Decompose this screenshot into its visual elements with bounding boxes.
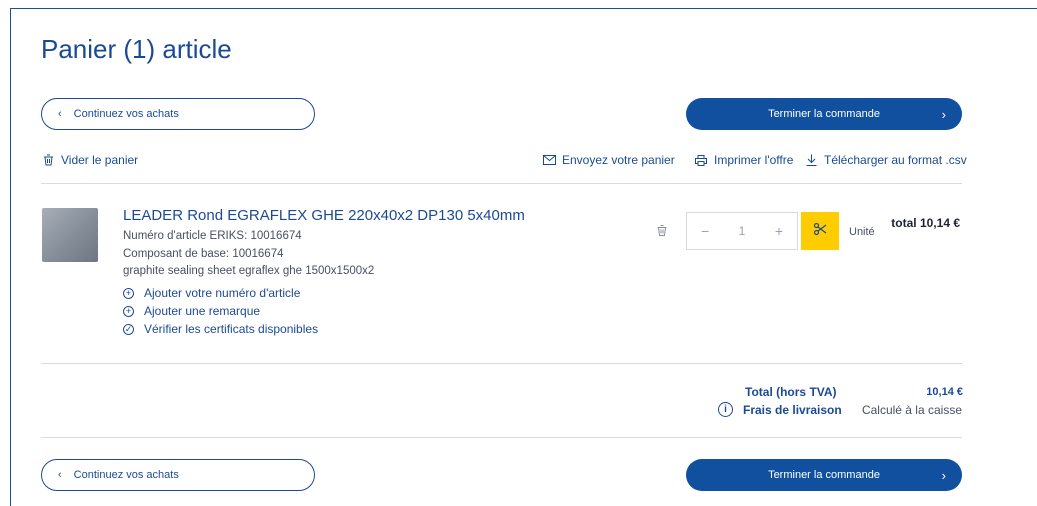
product-name-link[interactable]: LEADER Rond EGRAFLEX GHE 220x40x2 DP130 … [123, 207, 525, 224]
check-circle-icon: ✓ [123, 323, 134, 335]
info-icon: i [718, 402, 733, 417]
product-description: graphite sealing sheet egraflex ghe 1500… [123, 265, 375, 277]
finish-order-button[interactable]: Terminer la commande › [686, 98, 962, 130]
base-component: Composant de base: 10016674 [123, 248, 284, 260]
add-remark-link[interactable]: + Ajouter une remarque [123, 304, 260, 318]
plus-circle-icon: + [123, 305, 134, 317]
scissors-icon [813, 222, 827, 241]
empty-cart-link[interactable]: Vider le panier [41, 153, 138, 167]
page-title: Panier (1) article [41, 34, 232, 64]
scissors-button[interactable] [801, 212, 839, 250]
send-cart-link[interactable]: Envoyez votre panier [542, 153, 675, 167]
download-csv-label: Télécharger au format .csv [824, 153, 967, 167]
total-excl-vat-label: Total (hors TVA) [745, 385, 837, 399]
add-article-number-link[interactable]: + Ajouter votre numéro d'article [123, 286, 300, 300]
continue-shopping-button-bottom[interactable]: ‹ Continuez vos achats [41, 459, 315, 491]
empty-cart-label: Vider le panier [61, 153, 139, 167]
envelope-icon [542, 153, 556, 167]
print-offer-link[interactable]: Imprimer l'offre [694, 153, 793, 167]
shipping-value: Calculé à la caisse [861, 403, 962, 417]
check-certificates-label: Vérifier les certificats disponibles [144, 322, 319, 336]
print-offer-label: Imprimer l'offre [714, 153, 794, 167]
download-icon [804, 153, 818, 167]
decrease-quantity-button[interactable]: − [701, 223, 709, 239]
finish-order-button-bottom[interactable]: Terminer la commande › [686, 459, 962, 491]
product-thumbnail[interactable] [42, 208, 98, 262]
continue-shopping-button[interactable]: ‹ Continuez vos achats [41, 98, 315, 130]
total-excl-vat-value: 10,14 € [926, 386, 963, 398]
unit-label: Unité [849, 226, 875, 238]
printer-icon [694, 153, 708, 167]
shipping-label: Frais de livraison [743, 402, 842, 417]
quantity-input[interactable]: 1 [739, 224, 746, 238]
continue-shopping-label: Continuez vos achats [73, 108, 179, 120]
divider [41, 363, 962, 364]
divider [41, 183, 962, 184]
continue-shopping-label: Continuez vos achats [73, 469, 179, 481]
finish-order-label: Terminer la commande [768, 469, 880, 481]
divider [41, 437, 962, 438]
download-csv-link[interactable]: Télécharger au format .csv [804, 153, 967, 167]
increase-quantity-button[interactable]: + [775, 223, 783, 239]
add-remark-label: Ajouter une remarque [144, 304, 261, 318]
plus-circle-icon: + [123, 287, 134, 299]
chevron-right-icon: › [941, 106, 946, 122]
quantity-stepper: − 1 + [686, 212, 798, 250]
chevron-left-icon: ‹ [58, 469, 62, 481]
send-cart-label: Envoyez votre panier [562, 153, 675, 167]
article-number: Numéro d'article ERIKS: 10016674 [123, 230, 302, 242]
trash-icon [41, 153, 55, 167]
chevron-left-icon: ‹ [58, 108, 62, 120]
chevron-right-icon: › [941, 467, 946, 483]
finish-order-label: Terminer la commande [768, 108, 880, 120]
remove-item-trash-icon[interactable] [657, 225, 667, 239]
check-certificates-link[interactable]: ✓ Vérifier les certificats disponibles [123, 322, 318, 336]
shipping-info[interactable]: i Frais de livraison [718, 402, 842, 417]
line-total: total 10,14 € [891, 216, 960, 230]
add-article-number-label: Ajouter votre numéro d'article [144, 286, 301, 300]
